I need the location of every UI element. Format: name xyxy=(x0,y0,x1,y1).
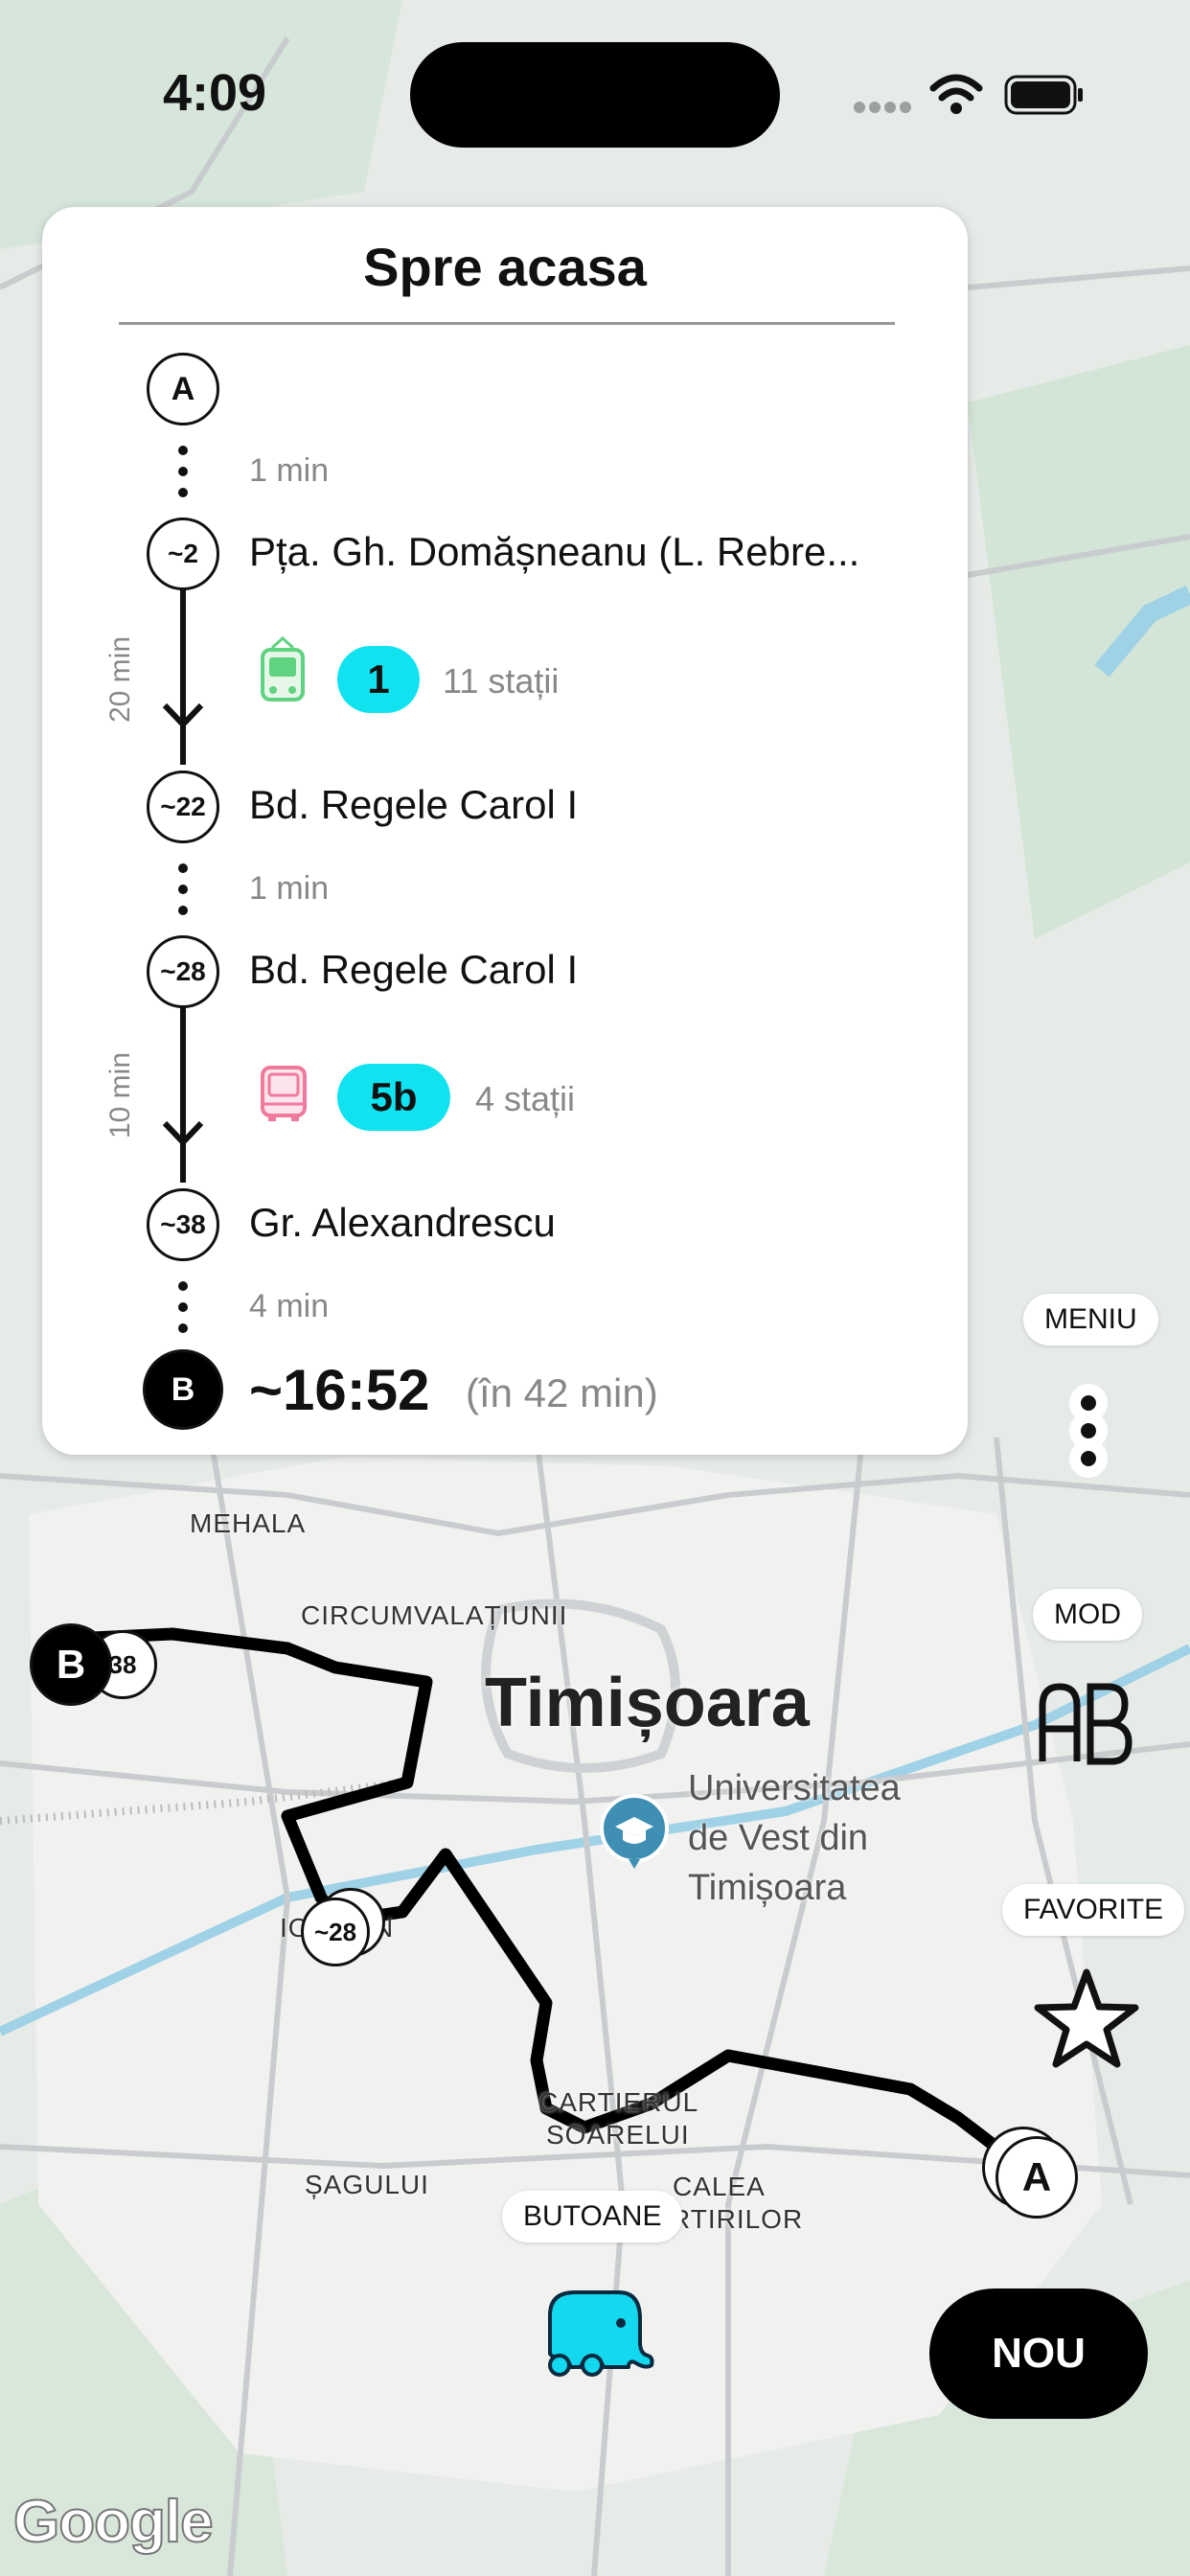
stop-marker: ~28 xyxy=(147,935,219,1008)
menu-label[interactable]: MENIU xyxy=(1023,1294,1158,1346)
line-badge[interactable]: 5b xyxy=(337,1064,450,1131)
city-label: Timișoara xyxy=(485,1665,810,1741)
favorite-label[interactable]: FAVORITE xyxy=(1002,1884,1185,1936)
new-route-button[interactable]: NOU xyxy=(929,2288,1148,2419)
stop-marker: ~22 xyxy=(147,770,219,843)
university-icon[interactable] xyxy=(600,1794,669,1871)
district-label-calea: CALEA xyxy=(673,2172,766,2201)
more-vertical-icon[interactable] xyxy=(1064,1378,1113,1484)
district-label-soarelui: SOARELUI xyxy=(546,2120,690,2150)
wifi-icon xyxy=(929,74,983,114)
district-label-cartierul: CARTIERUL xyxy=(538,2087,699,2117)
district-label-rtirilor: RTIRILOR xyxy=(671,2204,804,2234)
stop-marker: ~2 xyxy=(147,518,219,590)
leg-duration-1: 20 min xyxy=(104,635,136,724)
district-label-circumvalatiunii: CIRCUMVALAȚIUNII xyxy=(301,1600,568,1630)
stop-name[interactable]: Bd. Regele Carol I xyxy=(249,947,578,993)
stop-marker: ~38 xyxy=(147,1188,219,1261)
destination-marker: B xyxy=(143,1349,223,1430)
walk-time-origin: 1 min xyxy=(249,452,330,489)
line-badge[interactable]: 1 xyxy=(337,646,420,713)
ab-mode-icon[interactable] xyxy=(1037,1677,1133,1769)
poi-university-line2: de Vest din xyxy=(688,1818,869,1858)
station-count: 11 stații xyxy=(443,661,560,701)
mod-label[interactable]: MOD xyxy=(1033,1589,1142,1641)
status-time: 4:09 xyxy=(163,64,267,122)
route-card[interactable]: Spre acasa A 1 min 20 min ~2 Pța. Gh. Do… xyxy=(42,207,968,1455)
stop-name[interactable]: Gr. Alexandrescu xyxy=(249,1200,556,1246)
walk-time: 4 min xyxy=(249,1288,330,1324)
battery-icon xyxy=(1004,75,1083,115)
poi-university-line1: Universitatea xyxy=(688,1768,901,1808)
bus-icon xyxy=(261,1066,307,1121)
leg-duration-2: 10 min xyxy=(104,1051,136,1139)
dynamic-island xyxy=(410,42,780,148)
signal-icon xyxy=(854,102,911,113)
butoane-label[interactable]: BUTOANE xyxy=(502,2191,683,2242)
district-label-mehala: MEHALA xyxy=(190,1508,307,1538)
stop-name[interactable]: Pța. Gh. Domășneanu (L. Rebre... xyxy=(249,529,859,575)
poi-university-line3: Timișoara xyxy=(688,1868,847,1908)
arrival-time: ~16:52 xyxy=(249,1358,430,1422)
star-icon[interactable] xyxy=(1033,1966,1140,2070)
google-attribution: Google xyxy=(12,2488,215,2556)
status-bar: 4:09 xyxy=(0,0,1190,192)
map-destination-marker[interactable]: B xyxy=(30,1623,112,1706)
origin-marker: A xyxy=(147,353,219,426)
tram-icon xyxy=(261,635,305,702)
map-stop-marker-28[interactable]: ~28 xyxy=(301,1898,370,1966)
station-count: 4 stații xyxy=(475,1079,576,1118)
map-origin-marker[interactable]: A xyxy=(995,2136,1078,2219)
district-label-sagului: ȘAGULUI xyxy=(305,2170,429,2199)
walk-time: 1 min xyxy=(249,870,330,907)
arrival-relative: (în 42 min) xyxy=(466,1370,658,1415)
stop-name[interactable]: Bd. Regele Carol I xyxy=(249,782,578,828)
elephant-mascot-icon[interactable] xyxy=(537,2287,655,2377)
